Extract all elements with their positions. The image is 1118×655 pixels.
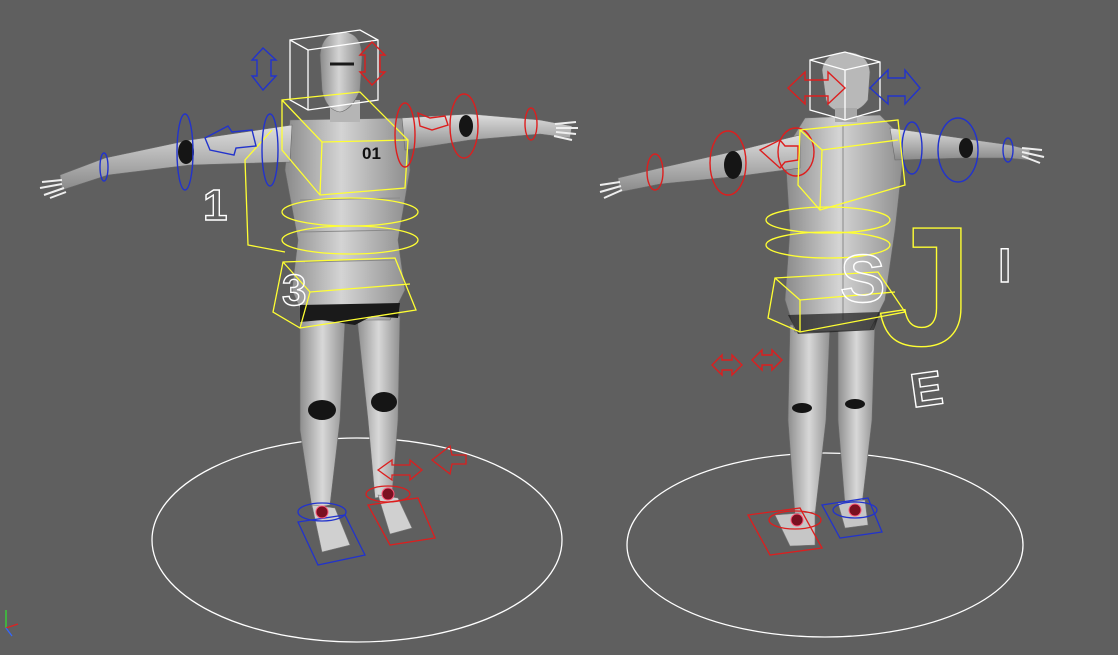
back-spine-letter: S xyxy=(840,241,885,317)
left-knee-front xyxy=(308,400,336,420)
right-arm-front[interactable] xyxy=(401,113,573,151)
left-leg-back[interactable] xyxy=(787,324,831,516)
ground-circle-back[interactable] xyxy=(626,452,1024,638)
right-leg-back[interactable] xyxy=(837,321,876,506)
character-front[interactable]: 01 1 3 xyxy=(39,29,578,643)
front-side-digit: 1 xyxy=(203,181,227,230)
character-back[interactable]: J S I E xyxy=(599,51,1045,638)
right-knee-front xyxy=(371,392,397,412)
back-right-marker: I xyxy=(998,240,1011,293)
back-big-letter[interactable]: J xyxy=(877,191,973,382)
viewport[interactable]: 01 1 3 J S I E xyxy=(0,0,1118,655)
axis-gizmo-icon xyxy=(5,610,19,637)
scene-canvas[interactable]: 01 1 3 J S I E xyxy=(0,0,1118,655)
left-arm-front[interactable] xyxy=(59,124,293,191)
front-spine-digit: 3 xyxy=(282,266,306,315)
chest-label-front: 01 xyxy=(362,144,381,163)
